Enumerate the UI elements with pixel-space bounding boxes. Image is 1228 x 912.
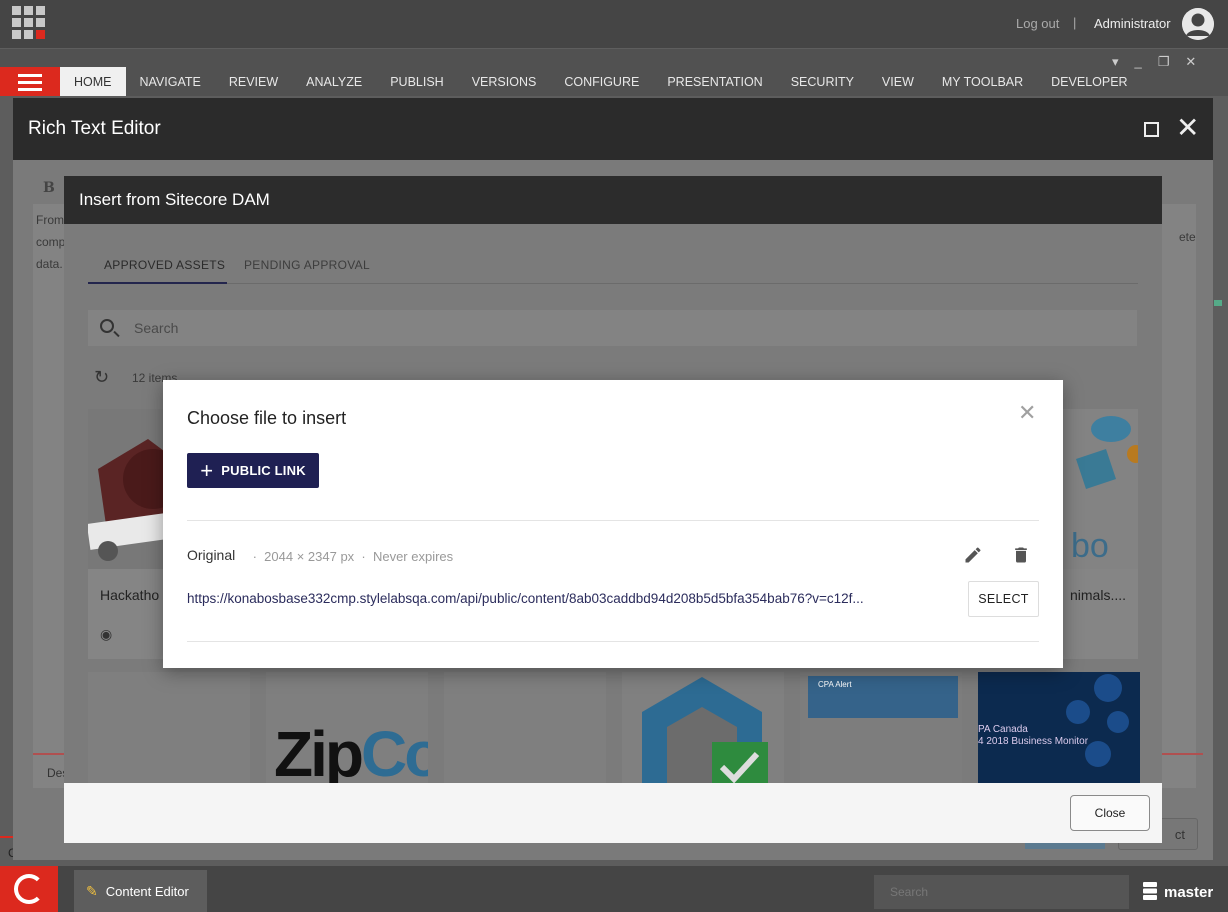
- tab-pending-approval[interactable]: PENDING APPROVAL: [244, 258, 370, 272]
- asset-tile[interactable]: [88, 672, 250, 792]
- asset-tile[interactable]: ZipCo: [266, 672, 428, 792]
- public-link-label: PUBLIC LINK: [221, 463, 306, 478]
- logo-ring: [14, 874, 44, 904]
- hamburger-menu-icon[interactable]: [0, 67, 60, 97]
- pencil-icon[interactable]: [963, 545, 983, 565]
- dam-title: Insert from Sitecore DAM: [79, 190, 270, 209]
- dam-tabs: APPROVED ASSETS PENDING APPROVAL: [88, 246, 1138, 284]
- ribbon-tab-navigate[interactable]: NAVIGATE: [126, 67, 215, 97]
- ribbon-tab-analyze[interactable]: ANALYZE: [292, 67, 376, 97]
- ribbon-tab-my-toolbar[interactable]: MY TOOLBAR: [928, 67, 1037, 97]
- content-editor-task[interactable]: ✎ Content Editor: [74, 870, 207, 912]
- left-accent: [0, 836, 13, 838]
- asset-tile-text: CPA Alert: [818, 680, 852, 689]
- ribbon-tabs: HOME NAVIGATE REVIEW ANALYZE PUBLISH VERSIONS…: [60, 67, 1142, 97]
- user-avatar-icon[interactable]: [1182, 8, 1214, 40]
- rendition-dimensions: 2044 × 2347 px: [264, 549, 355, 564]
- maximize-icon[interactable]: [1144, 122, 1159, 137]
- rendition-meta: · 2044 × 2347 px · Never expires: [249, 549, 454, 564]
- asset-tile[interactable]: PA Canada 4 2018 Business Monitor: [978, 672, 1140, 792]
- asset-tile-text: ZipCo: [274, 718, 428, 790]
- trash-icon[interactable]: [1011, 545, 1031, 565]
- username-label: Administrator: [1094, 16, 1171, 31]
- close-button[interactable]: Close: [1070, 795, 1150, 831]
- rendition-label: Original: [187, 547, 236, 563]
- asset-tile-text: PA Canada: [978, 724, 1028, 735]
- public-link-url[interactable]: https://konabosbase332cmp.stylelabsqa.co…: [187, 591, 937, 606]
- eye-icon[interactable]: ◉: [100, 626, 112, 643]
- content-editor-label: Content Editor: [105, 883, 189, 899]
- plus-icon: +: [200, 457, 214, 483]
- database-label[interactable]: master: [1164, 884, 1213, 901]
- choose-file-modal: Choose file to insert ✕ + PUBLIC LINK Or…: [163, 380, 1063, 668]
- close-icon[interactable]: ✕: [1018, 402, 1036, 424]
- dam-search-bar: [88, 310, 1137, 346]
- ribbon-tab-home[interactable]: HOME: [60, 67, 126, 97]
- rte-header: Rich Text Editor ✕: [13, 98, 1213, 160]
- ribbon-tab-security[interactable]: SECURITY: [777, 67, 868, 97]
- select-button[interactable]: SELECT: [968, 581, 1039, 617]
- asset-tile[interactable]: [622, 672, 784, 792]
- ribbon-tab-view[interactable]: VIEW: [868, 67, 928, 97]
- search-icon: [100, 319, 114, 333]
- rendition-expiry: Never expires: [372, 549, 454, 564]
- rte-scroll-indicator: [1214, 300, 1222, 306]
- divider: [187, 641, 1039, 642]
- app-launcher-icon[interactable]: [12, 6, 45, 39]
- refresh-icon[interactable]: ↻: [94, 367, 109, 388]
- ribbon-tab-developer[interactable]: DEVELOPER: [1037, 67, 1141, 97]
- ribbon-bar: HOME NAVIGATE REVIEW ANALYZE PUBLISH VERSIONS…: [0, 48, 1228, 97]
- rte-text-tail: ete: [1179, 230, 1196, 244]
- asset-tile[interactable]: CPA Alert: [800, 672, 962, 792]
- chevron-down-icon[interactable]: ▾: [1112, 54, 1119, 70]
- logout-link[interactable]: Log out: [1016, 16, 1059, 31]
- close-icon[interactable]: ✕: [1185, 54, 1196, 70]
- rte-title: Rich Text Editor: [28, 118, 161, 139]
- search-input[interactable]: [134, 310, 1114, 346]
- modal-title: Choose file to insert: [187, 408, 347, 428]
- dam-header: Insert from Sitecore DAM: [64, 176, 1162, 224]
- sitecore-logo-icon[interactable]: [0, 866, 58, 912]
- close-icon[interactable]: ✕: [1176, 112, 1199, 144]
- asset-tile[interactable]: [444, 672, 606, 792]
- ribbon-tab-presentation[interactable]: PRESENTATION: [653, 67, 776, 97]
- tab-approved-assets[interactable]: APPROVED ASSETS: [104, 258, 225, 272]
- active-tab-indicator: [88, 282, 227, 284]
- top-header-bar: Log out | Administrator: [0, 0, 1228, 48]
- ribbon-tab-review[interactable]: REVIEW: [215, 67, 292, 97]
- public-link-button[interactable]: + PUBLIC LINK: [187, 453, 319, 488]
- ribbon-tab-versions[interactable]: VERSIONS: [458, 67, 551, 97]
- asset-card-label: Hackatho: [100, 587, 160, 603]
- pencil-icon: ✎: [86, 882, 98, 899]
- ribbon-tab-configure[interactable]: CONFIGURE: [550, 67, 653, 97]
- window-controls: ▾ _ ❐ ✕: [1112, 54, 1196, 70]
- taskbar-search-input[interactable]: [874, 875, 1129, 909]
- dam-footer: Close: [64, 783, 1162, 843]
- asset-tile-text: 4 2018 Business Monitor: [978, 736, 1089, 747]
- restore-icon[interactable]: ❐: [1158, 54, 1170, 70]
- ribbon-tab-publish[interactable]: PUBLISH: [376, 67, 458, 97]
- database-icon: [1143, 882, 1157, 900]
- asset-image-text: bo: [1071, 527, 1109, 565]
- minimize-icon[interactable]: _: [1135, 54, 1142, 70]
- bottom-taskbar: ✎ Content Editor master: [0, 866, 1228, 912]
- divider: [187, 520, 1039, 521]
- bold-button[interactable]: B: [43, 180, 55, 196]
- header-separator: |: [1073, 15, 1077, 30]
